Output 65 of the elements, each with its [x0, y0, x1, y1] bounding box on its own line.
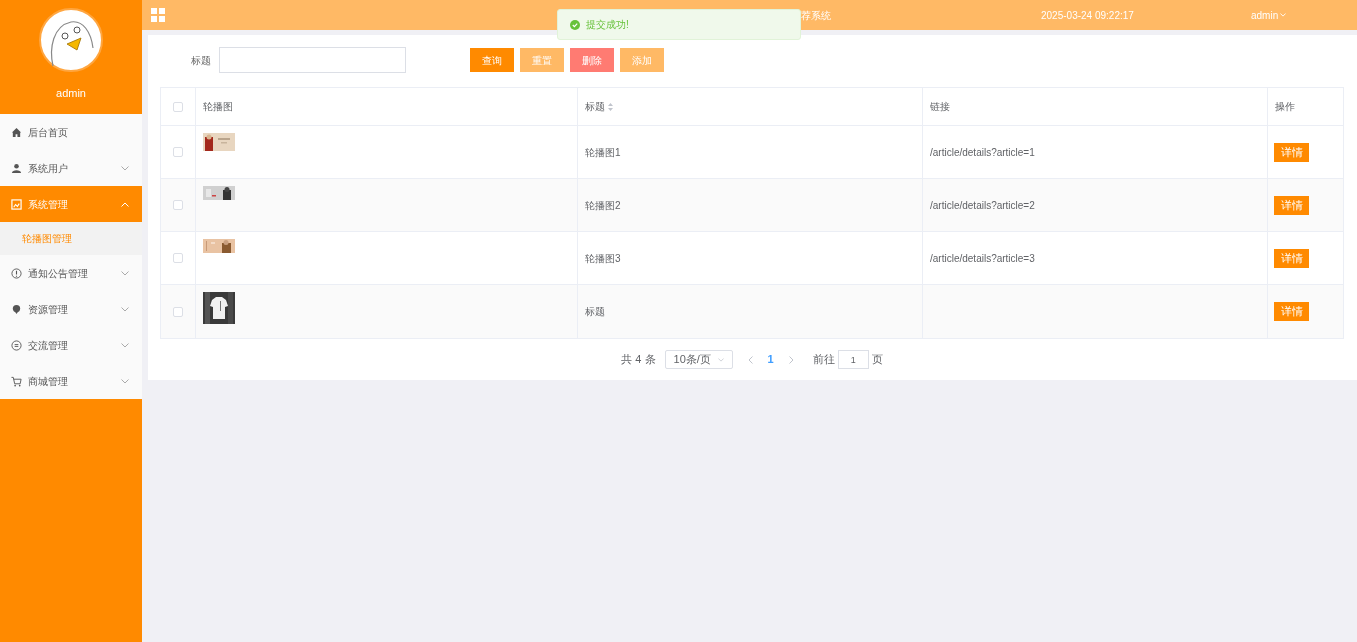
chat-icon — [11, 339, 22, 351]
chevron-icon — [121, 201, 129, 207]
chevron-icon — [121, 342, 129, 348]
avatar-drawing — [39, 8, 103, 72]
column-header: 轮播图 — [203, 100, 233, 114]
link-cell-text: /article/details?article=2 — [930, 198, 1035, 213]
submenu-item[interactable]: 轮播图管理 — [0, 222, 142, 255]
total-count: 共 4 条 — [621, 352, 656, 368]
datetime-text: 2025-03-24 09:22:17 — [1041, 8, 1135, 23]
info-icon — [11, 267, 22, 279]
column-header: 链接 — [930, 100, 950, 114]
caret-icon[interactable] — [717, 357, 724, 362]
page-number[interactable]: 1 — [761, 351, 780, 368]
details-button[interactable]: 详情 — [1274, 302, 1309, 321]
menu-item[interactable]: 商城管理 — [0, 363, 142, 399]
toast-message: 提交成功! — [586, 18, 629, 32]
sort-icon[interactable] — [608, 102, 613, 111]
menu-item[interactable]: 通知公告管理 — [0, 255, 142, 291]
user-menu[interactable]: admin — [1251, 7, 1287, 23]
title-cell-text: 轮播图1 — [585, 145, 621, 160]
chevron-icon — [121, 165, 129, 171]
select-all-checkbox[interactable] — [173, 101, 183, 112]
action-button[interactable]: 重置 — [520, 48, 564, 72]
menu-item[interactable]: 系统管理 — [0, 186, 142, 222]
chevron-icon — [121, 270, 129, 276]
menu-item[interactable]: 交流管理 — [0, 327, 142, 363]
title-cell-text: 标题 — [585, 305, 605, 319]
title-cell-text: 轮播图3 — [585, 251, 621, 266]
page-size-select[interactable]: 10条/页 — [664, 350, 733, 369]
page-suffix: 页 — [871, 352, 883, 368]
chevron-icon — [121, 378, 129, 384]
user-name: admin — [56, 86, 86, 101]
link-cell-text: /article/details?article=1 — [930, 145, 1035, 160]
next-page-icon[interactable] — [788, 355, 794, 364]
action-button[interactable]: 添加 — [620, 48, 664, 72]
action-button[interactable]: 查询 — [470, 48, 514, 72]
search-field[interactable] — [219, 47, 406, 73]
goto-label: 前往 — [812, 352, 835, 368]
row-checkbox[interactable] — [173, 147, 183, 157]
grid-icon[interactable] — [151, 8, 165, 22]
image-icon — [11, 198, 22, 210]
column-header: 操作 — [1275, 100, 1295, 114]
prev-page-icon[interactable] — [747, 355, 753, 364]
app-title: 荐系统 — [801, 8, 832, 23]
details-button[interactable]: 详情 — [1274, 142, 1309, 162]
details-button[interactable]: 详情 — [1274, 195, 1309, 215]
search-label: 标题 — [191, 53, 211, 68]
check-icon — [570, 19, 580, 30]
chevron-icon — [121, 306, 129, 312]
row-checkbox[interactable] — [173, 200, 183, 210]
link-cell-text: /article/details?article=3 — [930, 251, 1035, 266]
action-button[interactable]: 删除 — [570, 48, 614, 72]
column-header[interactable]: 标题 — [585, 99, 605, 114]
title-cell-text: 轮播图2 — [585, 198, 621, 213]
details-button[interactable]: 详情 — [1274, 248, 1309, 268]
user-icon — [11, 162, 22, 174]
home-icon — [11, 126, 22, 138]
menu-item[interactable]: 系统用户 — [0, 150, 142, 186]
page-input[interactable]: 1 — [837, 350, 869, 369]
row-checkbox[interactable] — [173, 253, 183, 263]
row-checkbox[interactable] — [173, 306, 183, 317]
menu-item[interactable]: 后台首页 — [0, 114, 142, 150]
cart-icon — [11, 375, 22, 387]
pin-icon — [11, 303, 22, 315]
menu-item[interactable]: 资源管理 — [0, 291, 142, 327]
